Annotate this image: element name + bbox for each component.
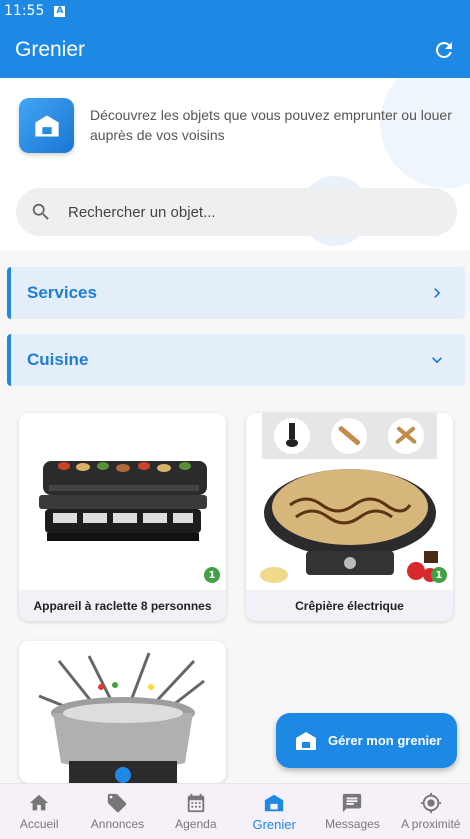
fab-label: Gérer mon grenier [328, 733, 442, 748]
app-bar: Grenier [0, 22, 470, 78]
nav-item-annonces[interactable]: Annonces [78, 784, 156, 839]
intro-text: Découvrez les objets que vous pouvez emp… [90, 107, 452, 143]
category-cuisine[interactable]: Cuisine [7, 334, 465, 386]
category-services[interactable]: Services [7, 267, 465, 319]
grenier-house-icon [19, 98, 74, 153]
nav-item-messages[interactable]: Messages [313, 784, 391, 839]
tag-icon [108, 793, 127, 813]
item-title: Crêpière électrique [246, 590, 453, 621]
category-label: Services [27, 283, 97, 302]
grenier-house-icon [264, 794, 284, 811]
nav-label: Accueil [19, 817, 59, 831]
refresh-icon[interactable] [432, 38, 456, 62]
item-image-raclette [19, 413, 226, 590]
availability-badge: 1 [204, 567, 220, 583]
nav-item-proximite[interactable]: A proximité [392, 784, 470, 839]
item-card-raclette[interactable]: 1 Appareil à raclette 8 personnes [19, 413, 226, 621]
category-label: Cuisine [27, 350, 89, 369]
search-input[interactable]: Rechercher un objet... [16, 188, 457, 236]
nav-item-grenier[interactable]: Grenier [235, 784, 313, 839]
item-image-fondue [19, 641, 226, 783]
nav-item-accueil[interactable]: Accueil [0, 784, 78, 839]
item-card-crepiere[interactable]: 1 Crêpière électrique [246, 413, 453, 621]
status-bar: 11:55 A [0, 0, 470, 22]
item-title: Appareil à raclette 8 personnes [19, 590, 226, 621]
page-title: Grenier [15, 38, 86, 61]
notification-icon: A [54, 5, 66, 17]
chevron-down-icon [432, 357, 442, 364]
nav-label: A proximité [401, 817, 461, 831]
nav-label: Messages [325, 817, 380, 831]
status-time: 11:55 [4, 3, 45, 19]
calendar-icon [187, 793, 205, 813]
item-card-fondue[interactable] [19, 641, 226, 783]
nav-item-agenda[interactable]: Agenda [157, 784, 235, 839]
location-icon [420, 792, 441, 814]
availability-badge: 1 [431, 567, 447, 583]
chevron-right-icon [434, 288, 441, 298]
home-icon [29, 794, 49, 811]
item-image-crepiere [246, 413, 453, 590]
nav-label: Annonces [90, 817, 145, 831]
grenier-house-icon [296, 731, 316, 750]
manage-grenier-button[interactable]: Gérer mon grenier [276, 713, 457, 768]
search-placeholder: Rechercher un objet... [68, 203, 216, 221]
message-icon [343, 793, 362, 813]
search-icon [32, 203, 49, 220]
nav-label: Agenda [175, 817, 217, 831]
nav-label: Grenier [252, 816, 296, 832]
bottom-navigation: Accueil Annonces Agenda Grenier Messages… [0, 783, 470, 839]
